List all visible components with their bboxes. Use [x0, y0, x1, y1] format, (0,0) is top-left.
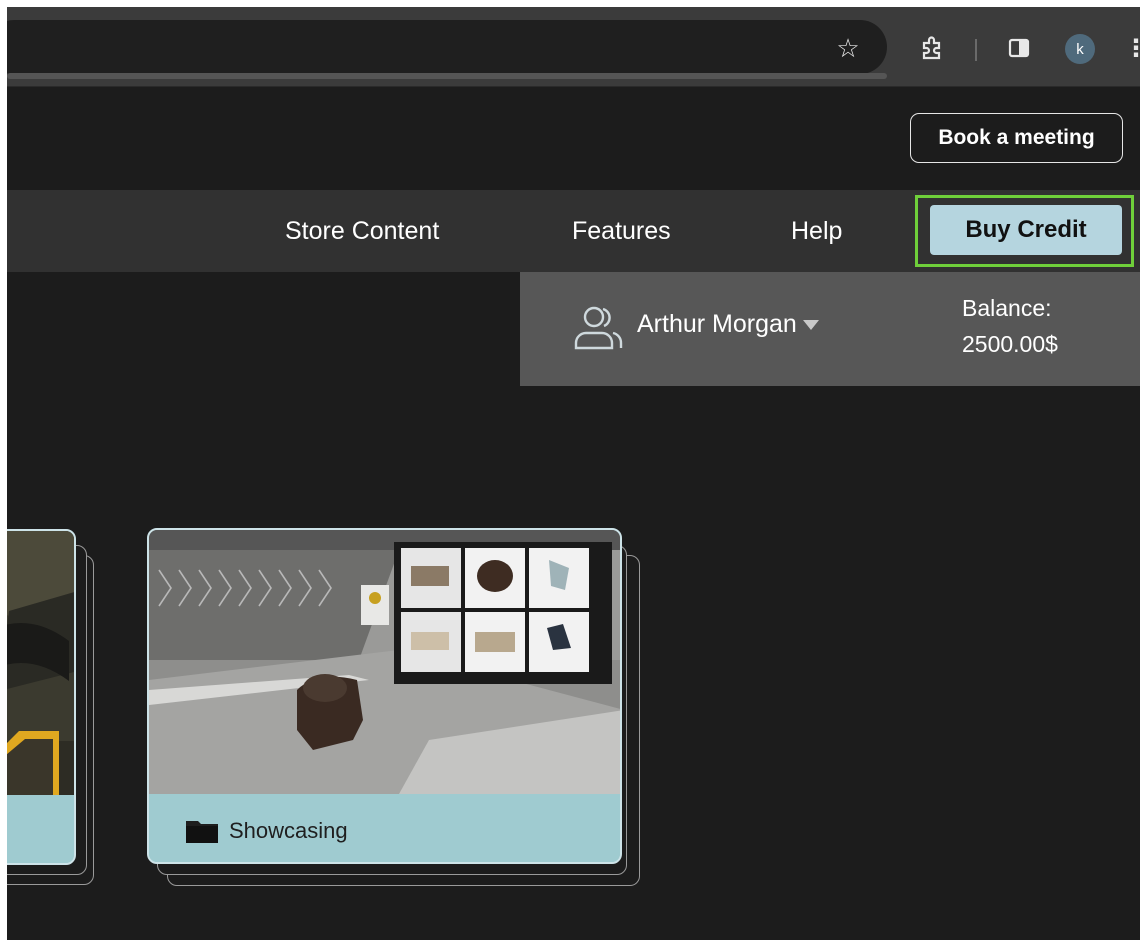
balance-display: Balance: 2500.00$ [962, 290, 1058, 362]
address-bar[interactable] [7, 20, 887, 74]
extensions-icon[interactable] [917, 33, 947, 63]
browser-toolbar: ☆ k ⋮ [7, 7, 1140, 87]
scene-card-left[interactable] [7, 529, 76, 865]
buy-credit-button[interactable]: Buy Credit [930, 205, 1122, 255]
toolbar-divider [975, 39, 977, 61]
star-icon[interactable]: ☆ [833, 33, 863, 63]
users-icon[interactable] [572, 302, 624, 352]
user-name: Arthur Morgan [637, 310, 797, 338]
card-footer: Showcasing [149, 794, 620, 862]
nav-item-help[interactable]: Help [791, 190, 842, 272]
scene-thumbnail [7, 531, 74, 795]
side-panel-icon[interactable] [1007, 36, 1031, 60]
book-meeting-button[interactable]: Book a meeting [910, 113, 1123, 163]
nav-item-store-content[interactable]: Store Content [285, 190, 439, 272]
nav-item-features[interactable]: Features [572, 190, 671, 272]
user-menu[interactable]: Arthur Morgan [637, 310, 819, 339]
address-bar-edge [7, 73, 887, 79]
chevron-down-icon [802, 319, 819, 330]
scene-thumbnail [149, 530, 620, 794]
card-category-label: Showcasing [229, 818, 348, 843]
folder-icon [186, 821, 218, 843]
balance-value: 2500.00$ [962, 331, 1058, 357]
balance-label: Balance: [962, 295, 1052, 321]
app-window: ☆ k ⋮ Book a meeting Store Content Featu… [7, 7, 1140, 940]
profile-avatar[interactable]: k [1065, 34, 1095, 64]
menu-icon[interactable]: ⋮ [1124, 35, 1140, 62]
scene-card-showcasing[interactable]: Showcasing [147, 528, 622, 864]
card-footer [7, 795, 74, 863]
